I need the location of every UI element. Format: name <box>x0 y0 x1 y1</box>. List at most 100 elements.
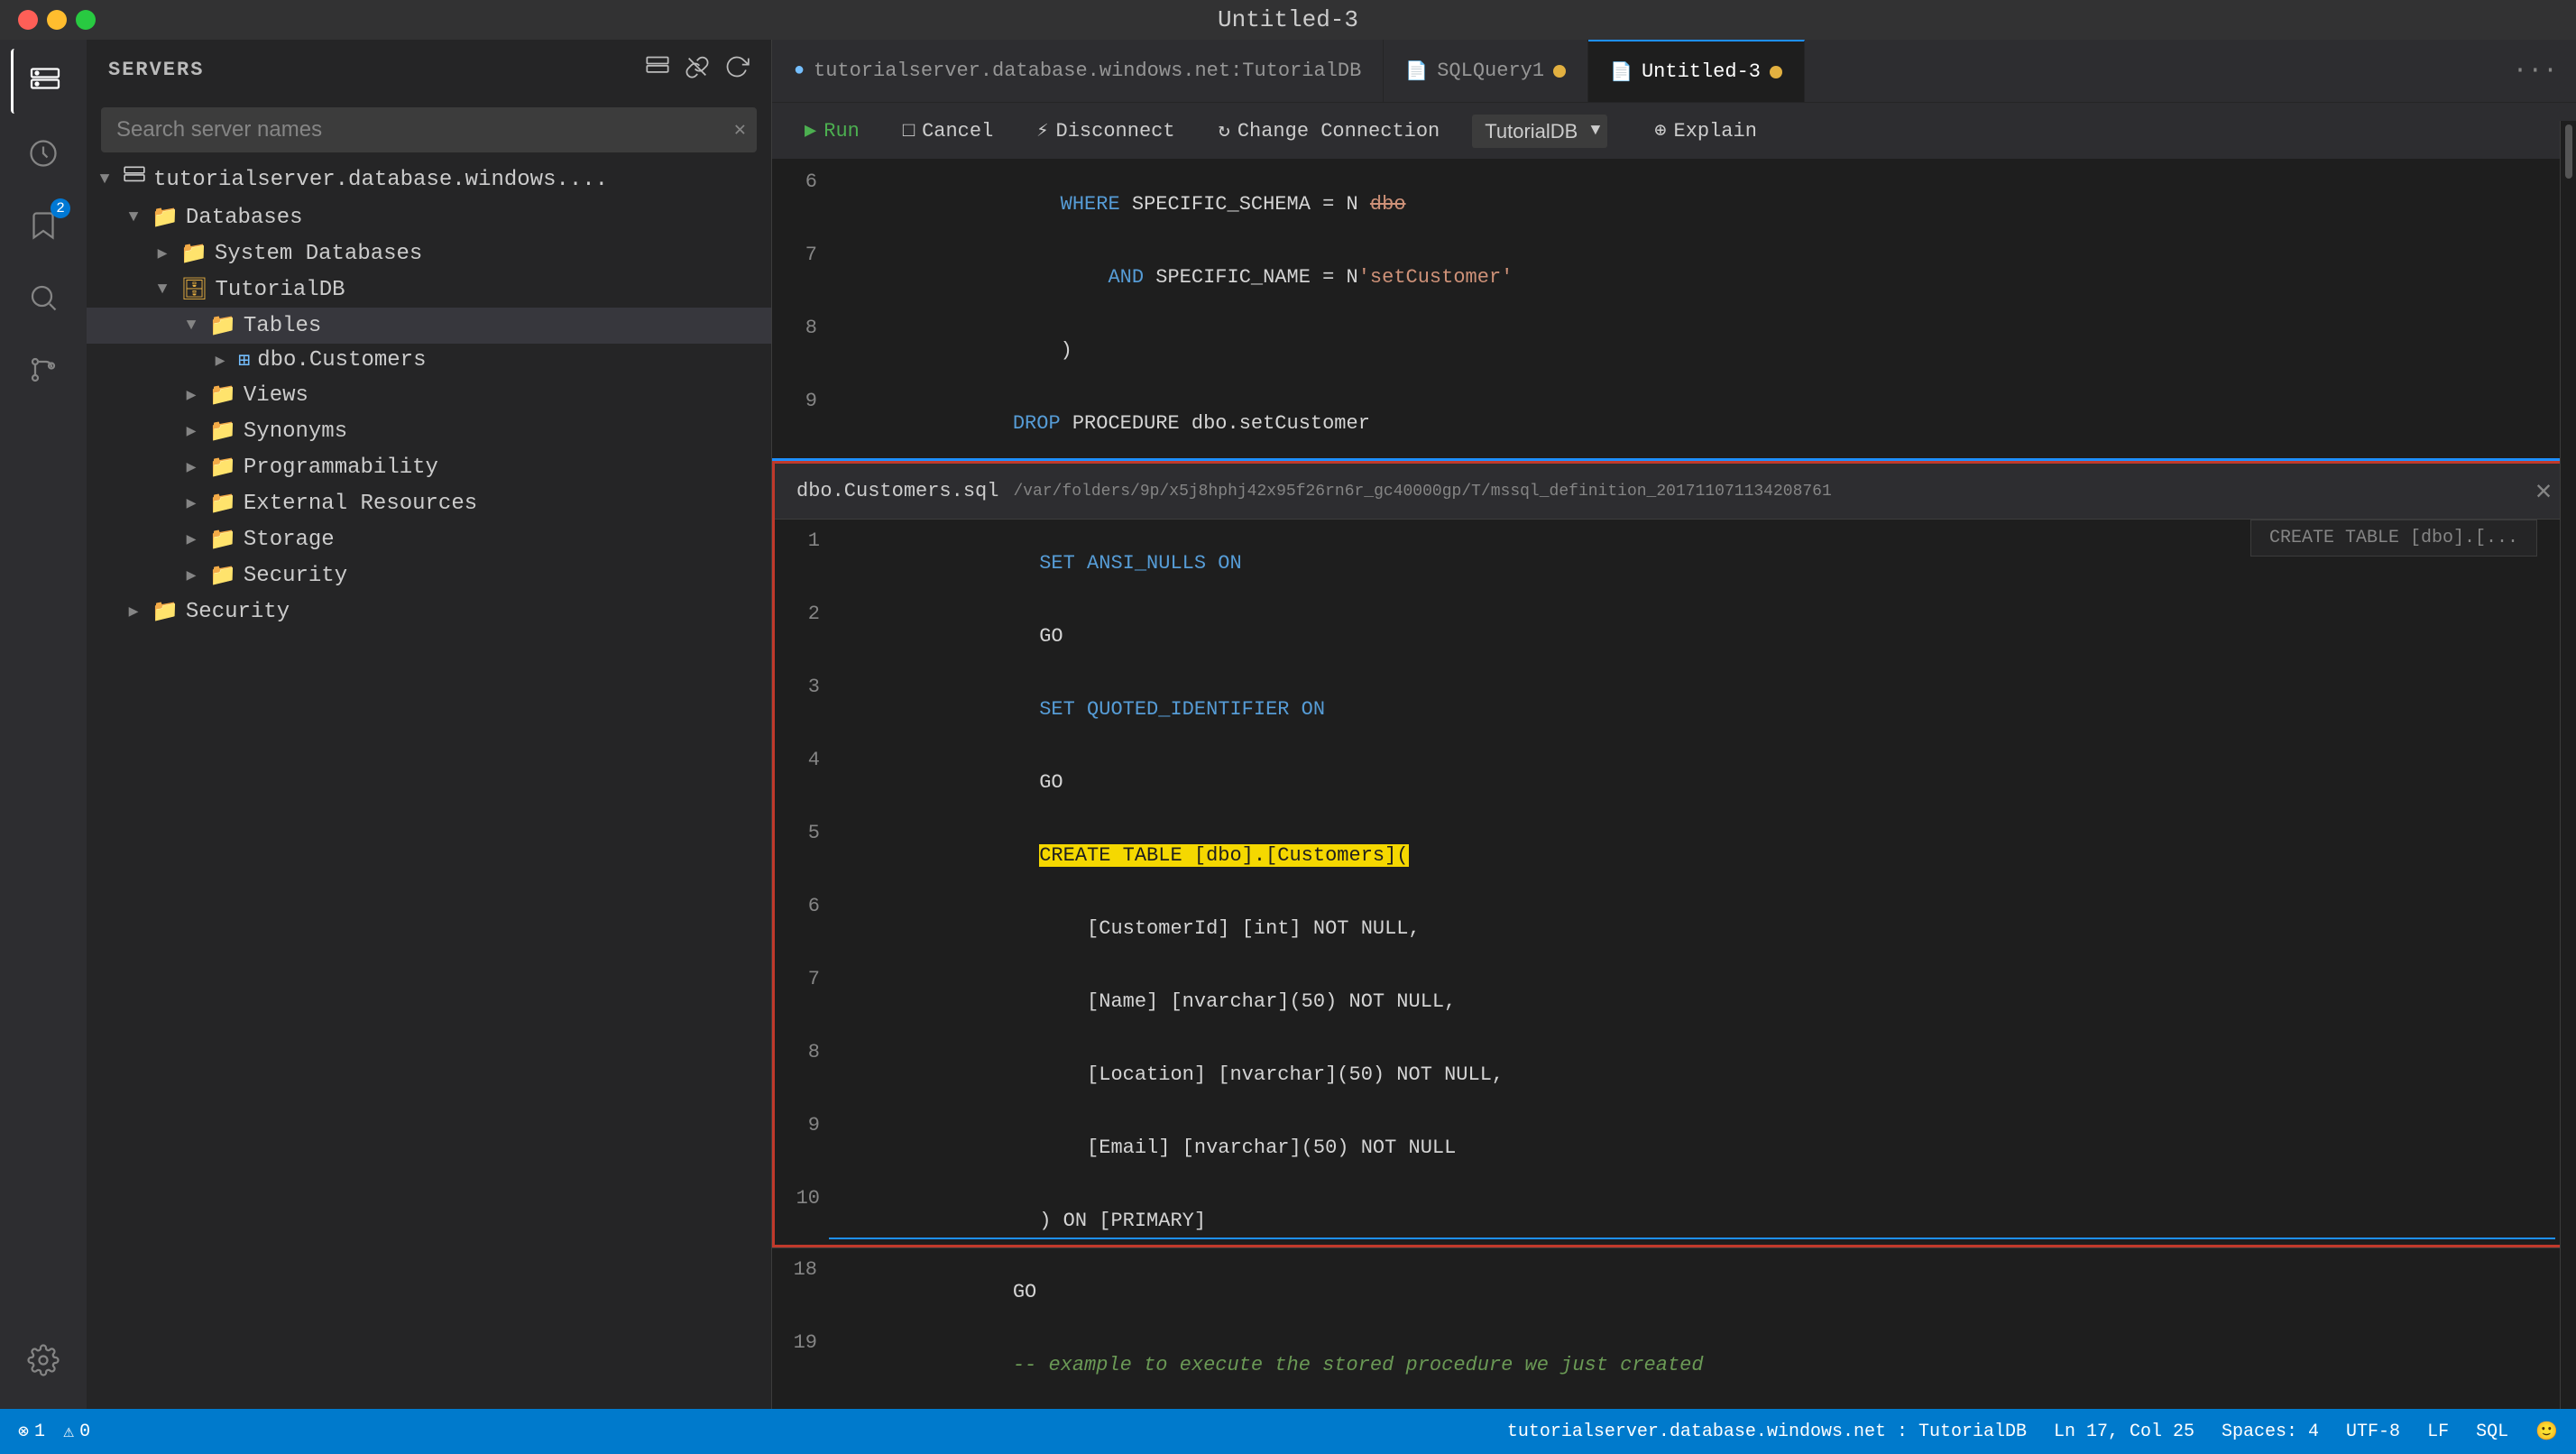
expand-arrow: ▶ <box>209 350 231 372</box>
synonyms-label: Synonyms <box>244 419 764 444</box>
folder-icon: 📁 <box>209 490 236 517</box>
tree-item-databases[interactable]: ▼ 📁 Databases <box>87 199 771 235</box>
expand-arrow: ▼ <box>152 279 173 300</box>
traffic-lights <box>18 10 96 30</box>
tree-item-synonyms[interactable]: ▶ 📁 Synonyms <box>87 413 771 449</box>
explain-label: Explain <box>1674 120 1757 143</box>
activity-icon-settings[interactable] <box>11 1328 76 1393</box>
cancel-label: Cancel <box>922 120 993 143</box>
warning-count: 0 <box>79 1422 90 1442</box>
disconnect-icon[interactable] <box>685 54 710 86</box>
tree-item-tables[interactable]: ▼ 📁 Tables <box>87 308 771 344</box>
db-folder-icon: 🗄 <box>180 276 207 303</box>
status-spaces: Spaces: 4 <box>2222 1422 2319 1442</box>
inline-linenum-6: 6 <box>775 892 838 965</box>
main-editor-bottom: 18 GO 19 -- example to execute the store… <box>772 1247 2576 1409</box>
sidebar-header: SERVERS <box>87 40 771 100</box>
editor-area: ● tutorialserver.database.windows.net:Tu… <box>772 40 2576 1409</box>
external-resources-label: External Resources <box>244 492 764 516</box>
inline-linenum-1: 1 <box>775 527 838 600</box>
line-num-18: 18 <box>772 1256 835 1329</box>
inline-linenum-10: 10 <box>775 1184 838 1245</box>
storage-label: Storage <box>244 528 764 552</box>
tab-dot2 <box>1770 66 1782 78</box>
status-errors[interactable]: ⊗ 1 <box>18 1420 45 1443</box>
code-line-18: 18 GO <box>772 1256 2576 1329</box>
activity-icon-bookmarks[interactable]: 2 <box>11 193 76 258</box>
tabs-bar: ● tutorialserver.database.windows.net:Tu… <box>772 40 2576 103</box>
activity-icon-git[interactable] <box>11 337 76 402</box>
tree-item-views[interactable]: ▶ 📁 Views <box>87 377 771 413</box>
explain-icon: ⊕ <box>1654 119 1666 143</box>
tree-item-system-databases[interactable]: ▶ 📁 System Databases <box>87 235 771 271</box>
inline-panel-header: dbo.Customers.sql /var/folders/9p/x5j8hp… <box>775 464 2573 520</box>
activity-bar: 2 <box>0 40 87 1409</box>
database-selector[interactable]: TutorialDB <box>1472 115 1607 148</box>
expand-arrow: ▶ <box>180 565 202 586</box>
maximize-button[interactable] <box>76 10 96 30</box>
explain-button[interactable]: ⊕ Explain <box>1643 114 1768 148</box>
status-warnings[interactable]: ⚠ 0 <box>63 1420 90 1443</box>
new-server-icon[interactable] <box>645 54 670 86</box>
inline-panel-title: dbo.Customers.sql <box>796 480 998 502</box>
tab-untitled3-label: Untitled-3 <box>1642 60 1761 83</box>
cancel-button[interactable]: □ Cancel <box>892 115 1004 148</box>
tree-item-external-resources[interactable]: ▶ 📁 External Resources <box>87 485 771 521</box>
tree-item-programmability[interactable]: ▶ 📁 Programmability <box>87 449 771 485</box>
close-button[interactable] <box>18 10 38 30</box>
search-clear-icon[interactable]: ✕ <box>734 118 746 142</box>
expand-arrow: ▶ <box>180 456 202 478</box>
error-icon: ⊗ <box>18 1420 29 1443</box>
editor-scrollbar[interactable] <box>2560 121 2576 1409</box>
activity-icon-server[interactable] <box>11 49 76 114</box>
inline-panel-scroll[interactable]: 1 SET ANSI_NULLS ON 2 GO 3 <box>775 520 2573 1245</box>
line-num-19: 19 <box>772 1329 835 1402</box>
minimize-button[interactable] <box>47 10 67 30</box>
activity-icon-history[interactable] <box>11 121 76 186</box>
server-icon <box>123 164 146 195</box>
run-label: Run <box>823 120 860 143</box>
code-lines-top: 6 WHERE SPECIFIC_SCHEMA = N dbo 7 AND SP… <box>772 161 2576 458</box>
databases-label: Databases <box>186 206 764 230</box>
sidebar-title: SERVERS <box>108 59 204 81</box>
tree-item-tutorialdb[interactable]: ▼ 🗄 TutorialDB <box>87 271 771 308</box>
tree-item-security-db[interactable]: ▶ 📁 Security <box>87 557 771 594</box>
tab-sqlquery1-label: SQLQuery1 <box>1437 60 1544 82</box>
run-button[interactable]: ▶ Run <box>794 114 870 148</box>
main-editor-top: 6 WHERE SPECIFIC_SCHEMA = N dbo 7 AND SP… <box>772 161 2576 458</box>
tab-connection[interactable]: ● tutorialserver.database.windows.net:Tu… <box>772 40 1384 102</box>
tab-sqlquery1[interactable]: 📄 SQLQuery1 <box>1384 40 1588 102</box>
tree-item-server[interactable]: ▼ tutorialserver.database.windows.... <box>87 160 771 199</box>
inline-line-9: 9 [Email] [nvarchar](50) NOT NULL <box>775 1111 2573 1184</box>
inline-panel-close-button[interactable]: ✕ <box>2535 474 2552 508</box>
code-line-6: 6 WHERE SPECIFIC_SCHEMA = N dbo <box>772 168 2576 241</box>
tree-item-customers[interactable]: ▶ ⊞ dbo.Customers <box>87 344 771 377</box>
line-content-8: ) <box>835 314 2576 387</box>
code-editor[interactable]: 6 WHERE SPECIFIC_SCHEMA = N dbo 7 AND SP… <box>772 161 2576 1409</box>
line-num-6: 6 <box>772 168 835 241</box>
search-input[interactable] <box>101 107 757 152</box>
line-num-9: 9 <box>772 387 835 458</box>
inline-line-6: 6 [CustomerId] [int] NOT NULL, <box>775 892 2573 965</box>
refresh-icon[interactable] <box>724 54 750 86</box>
error-count: 1 <box>34 1422 45 1442</box>
programmability-label: Programmability <box>244 456 764 480</box>
inline-linenum-4: 4 <box>775 746 838 819</box>
inline-linenum-8: 8 <box>775 1038 838 1111</box>
titlebar: Untitled-3 <box>0 0 2576 40</box>
table-icon: ⊞ <box>238 349 250 373</box>
tab-overflow[interactable]: ··· <box>2495 40 2576 102</box>
tab-untitled3[interactable]: 📄 Untitled-3 <box>1588 40 1805 102</box>
change-connection-button[interactable]: ↻ Change Connection <box>1208 114 1451 148</box>
tab-dot <box>1553 65 1566 78</box>
tutorialdb-label: TutorialDB <box>215 278 764 302</box>
tree-item-security-server[interactable]: ▶ 📁 Security <box>87 594 771 630</box>
inline-panel: dbo.Customers.sql /var/folders/9p/x5j8hp… <box>772 461 2576 1247</box>
inline-line-10: 10 ) ON [PRIMARY] <box>775 1184 2573 1245</box>
views-label: Views <box>244 383 764 408</box>
activity-icon-search[interactable] <box>11 265 76 330</box>
inline-content-4: GO <box>838 746 2573 819</box>
disconnect-button[interactable]: ⚡ Disconnect <box>1026 114 1185 148</box>
inline-linenum-5: 5 <box>775 819 838 892</box>
tree-item-storage[interactable]: ▶ 📁 Storage <box>87 521 771 557</box>
